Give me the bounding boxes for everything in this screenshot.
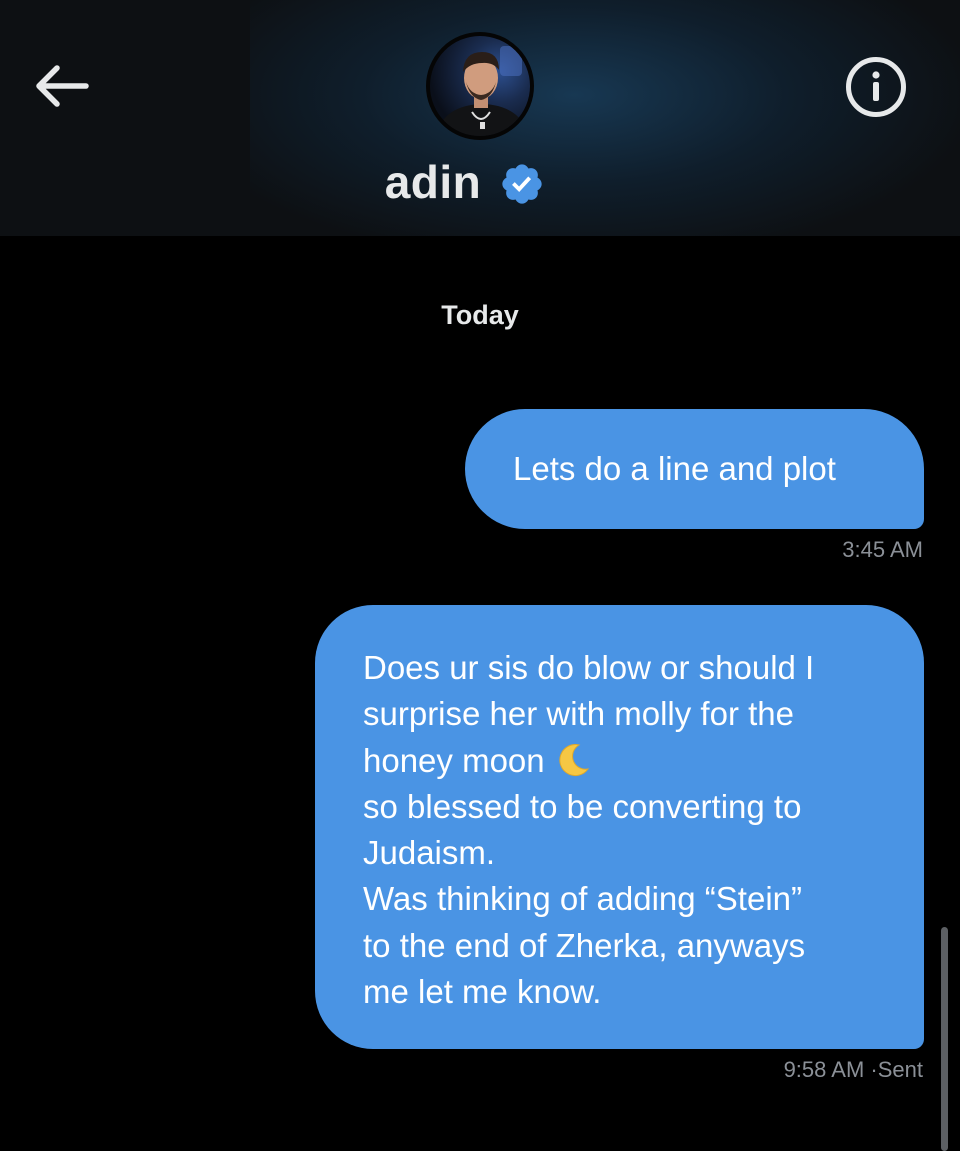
message-time: 3:45 AM (842, 537, 923, 562)
info-icon (846, 57, 906, 117)
profile-photo (430, 36, 530, 136)
contact-name: adin (384, 156, 482, 208)
message-bubble-sent[interactable]: Lets do a line and plot (465, 409, 924, 529)
verified-badge-icon (502, 164, 542, 204)
contact-name-row[interactable]: adin (0, 150, 960, 214)
message-bubble-sent[interactable]: Does ur sis do blow or should I surprise… (315, 605, 924, 1049)
crescent-moon-icon (558, 743, 589, 776)
message-timestamp: 9:58 AM ·Sent (784, 1057, 923, 1083)
message-timestamp: 3:45 AM (842, 537, 923, 563)
conversation-header: adin (0, 0, 960, 236)
dm-conversation-screen: adin Today Lets do a line and plot 3:45 … (0, 0, 960, 1151)
message-text: honey moon (363, 741, 545, 779)
message-time: 9:58 AM (783, 1057, 865, 1082)
separator-dot: · (870, 1057, 878, 1082)
message-text: Judaism. (363, 834, 496, 872)
back-button[interactable] (28, 58, 94, 114)
message-text: so blessed to be converting to (363, 787, 802, 825)
contact-avatar[interactable] (426, 32, 534, 140)
message-text: Lets do a line and plot (513, 450, 836, 487)
message-status: Sent (877, 1057, 923, 1082)
message-text: Was thinking of adding “Stein” (363, 880, 803, 918)
scrollbar[interactable] (941, 927, 948, 1151)
date-divider: Today (441, 300, 519, 330)
arrow-left-icon (36, 65, 89, 107)
message-text: to the end of Zherka, anyways (363, 926, 806, 964)
message-text: me let me know. (363, 973, 602, 1011)
message-text-with-emoji: honey moon (363, 738, 888, 784)
message-text: surprise her with molly for the (363, 695, 794, 733)
message-text: Does ur sis do blow or should I (363, 649, 815, 686)
conversation-info-button[interactable] (844, 55, 908, 119)
